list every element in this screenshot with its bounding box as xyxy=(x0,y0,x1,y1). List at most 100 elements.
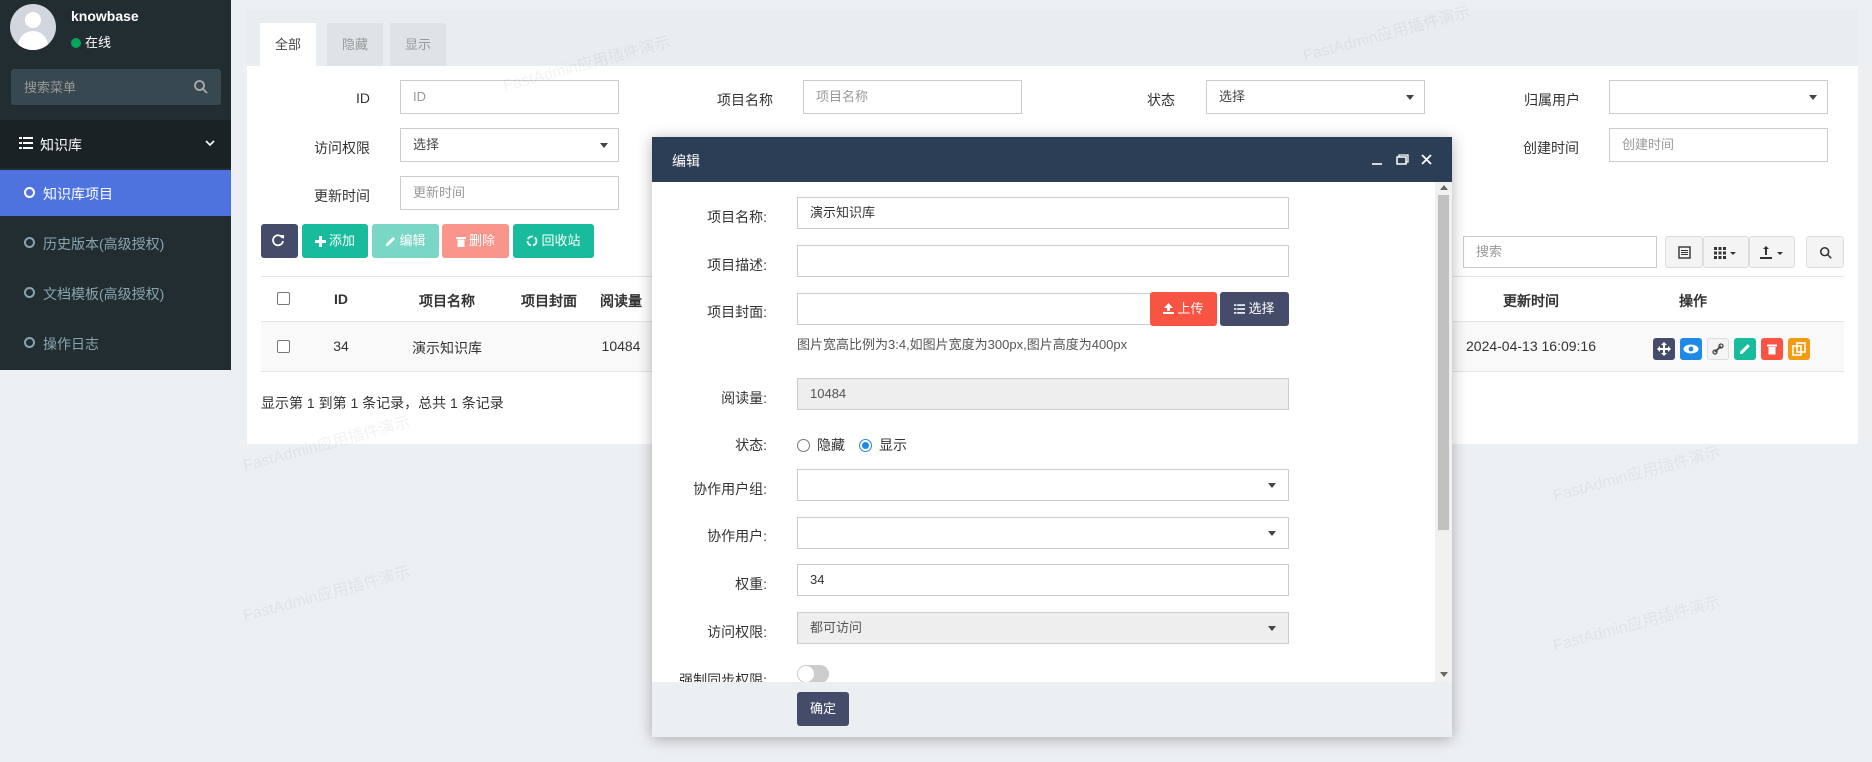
filter-access-label: 访问权限 xyxy=(314,140,370,156)
list-icon xyxy=(19,137,33,149)
columns-button[interactable] xyxy=(1703,236,1749,268)
modal-scrollbar[interactable] xyxy=(1435,182,1452,682)
confirm-button[interactable]: 确定 xyxy=(797,692,849,726)
caret-down-icon xyxy=(1406,95,1414,100)
pagination-info: 显示第 1 到第 1 条记录，总共 1 条记录 xyxy=(261,395,504,411)
scrollbar-thumb[interactable] xyxy=(1438,195,1449,530)
field-cover-input[interactable] xyxy=(797,293,1157,325)
status-hidden-radio[interactable] xyxy=(797,439,810,452)
drag-sort-button[interactable] xyxy=(1653,338,1675,360)
column-header-id[interactable]: ID xyxy=(326,291,356,307)
edit-button[interactable]: 编辑 xyxy=(372,224,439,258)
search-icon[interactable] xyxy=(193,79,209,95)
filter-updated-input[interactable]: 更新时间 xyxy=(400,176,619,210)
filter-access-value: 选择 xyxy=(413,137,440,152)
tab-shown[interactable]: 显示 xyxy=(390,23,447,66)
maximize-icon[interactable] xyxy=(1395,153,1409,167)
status-hidden-label[interactable]: 隐藏 xyxy=(817,435,845,455)
field-desc-input[interactable] xyxy=(797,245,1289,277)
watermark: FastAdmin应用插件演示 xyxy=(1551,593,1723,655)
upload-button[interactable]: 上传 xyxy=(1150,292,1217,326)
field-desc-label: 项目描述: xyxy=(707,257,767,273)
refresh-icon xyxy=(272,234,284,247)
trash-icon xyxy=(455,237,466,247)
circle-icon xyxy=(24,237,35,248)
close-icon[interactable] xyxy=(1420,153,1434,167)
cell-name: 演示知识库 xyxy=(412,340,482,356)
edit-button-label: 编辑 xyxy=(399,233,426,248)
add-button-label: 添加 xyxy=(328,233,355,248)
cover-hint: 图片宽高比例为3:4,如图片宽度为300px,图片高度为400px xyxy=(797,337,1128,352)
tab-all[interactable]: 全部 xyxy=(260,23,317,66)
status-shown-radio[interactable] xyxy=(859,439,872,452)
watermark: FastAdmin应用插件演示 xyxy=(241,563,413,625)
field-group-label: 协作用户组: xyxy=(693,481,767,497)
filter-owner-select[interactable] xyxy=(1609,80,1828,114)
delete-button[interactable]: 删除 xyxy=(442,224,509,258)
sidebar-item-label: 历史版本(高级授权) xyxy=(43,236,165,252)
field-access-select[interactable]: 都可访问 xyxy=(797,612,1289,644)
sidebar-item-templates[interactable]: 文档模板(高级授权) xyxy=(0,270,231,316)
delete-button-label: 删除 xyxy=(468,233,495,248)
circle-icon xyxy=(24,287,35,298)
eye-icon xyxy=(1683,344,1699,354)
tab-hidden[interactable]: 隐藏 xyxy=(327,23,384,66)
field-weight-input[interactable]: 34 xyxy=(797,564,1289,596)
filter-created-input[interactable]: 创建时间 xyxy=(1609,128,1828,162)
sidebar-item-logs[interactable]: 操作日志 xyxy=(0,320,231,366)
list-icon xyxy=(1234,304,1246,314)
minimize-icon[interactable] xyxy=(1370,153,1384,167)
upload-button-label: 上传 xyxy=(1177,301,1204,316)
pencil-icon xyxy=(1740,344,1750,354)
filter-id-label: ID xyxy=(356,90,370,106)
move-icon xyxy=(1657,342,1671,356)
sync-permission-toggle[interactable] xyxy=(797,665,829,682)
sidebar-search-input[interactable] xyxy=(11,69,191,105)
row-checkbox[interactable] xyxy=(277,340,290,353)
filter-access-select[interactable]: 选择 xyxy=(400,128,619,162)
sidebar-item-projects[interactable]: 知识库项目 xyxy=(0,170,231,216)
upload-icon xyxy=(1163,303,1175,314)
view-button[interactable] xyxy=(1680,338,1702,360)
sidebar-item-history[interactable]: 历史版本(高级授权) xyxy=(0,220,231,266)
grid-icon xyxy=(1714,247,1736,259)
pencil-icon xyxy=(386,237,396,246)
recycle-bin-button-label: 回收站 xyxy=(541,233,581,248)
chevron-down-icon xyxy=(205,140,215,147)
recycle-icon xyxy=(527,235,538,247)
add-button[interactable]: 添加 xyxy=(302,224,368,258)
toggle-view-button[interactable] xyxy=(1665,236,1703,268)
export-button[interactable] xyxy=(1749,236,1795,268)
sidebar-empty-area xyxy=(0,370,231,762)
circle-icon xyxy=(24,337,35,348)
field-name-input[interactable]: 演示知识库 xyxy=(797,197,1289,229)
refresh-button[interactable] xyxy=(261,224,298,258)
filter-name-input[interactable]: 项目名称 xyxy=(803,80,1022,114)
status-shown-label[interactable]: 显示 xyxy=(879,435,907,455)
choose-button[interactable]: 选择 xyxy=(1220,292,1289,326)
menu-group-knowledge-base[interactable]: 知识库 xyxy=(0,120,231,168)
scroll-down-icon[interactable] xyxy=(1440,672,1448,677)
select-all-checkbox[interactable] xyxy=(277,292,290,305)
filter-status-select[interactable]: 选择 xyxy=(1206,80,1425,114)
field-name-label: 项目名称: xyxy=(707,209,767,225)
caret-down-icon xyxy=(1268,626,1276,631)
field-group-select[interactable] xyxy=(797,469,1289,501)
list-view-icon xyxy=(1678,246,1691,259)
user-status-text: 在线 xyxy=(85,35,112,50)
link-button[interactable] xyxy=(1707,338,1729,360)
filter-id-input[interactable]: ID xyxy=(400,80,619,114)
caret-down-icon xyxy=(1268,531,1276,536)
scroll-up-icon[interactable] xyxy=(1440,185,1448,190)
recycle-bin-button[interactable]: 回收站 xyxy=(513,224,594,258)
column-header-updated[interactable]: 更新时间 xyxy=(1461,291,1601,311)
row-edit-button[interactable] xyxy=(1734,338,1756,360)
row-copy-button[interactable] xyxy=(1788,338,1810,360)
field-collab-select[interactable] xyxy=(797,517,1289,549)
filter-status-value: 选择 xyxy=(1219,89,1246,104)
table-search-input[interactable]: 搜索 xyxy=(1463,236,1657,268)
trash-icon xyxy=(1767,344,1777,355)
row-delete-button[interactable] xyxy=(1761,338,1783,360)
advanced-search-button[interactable] xyxy=(1806,236,1844,268)
online-dot-icon xyxy=(71,38,81,48)
